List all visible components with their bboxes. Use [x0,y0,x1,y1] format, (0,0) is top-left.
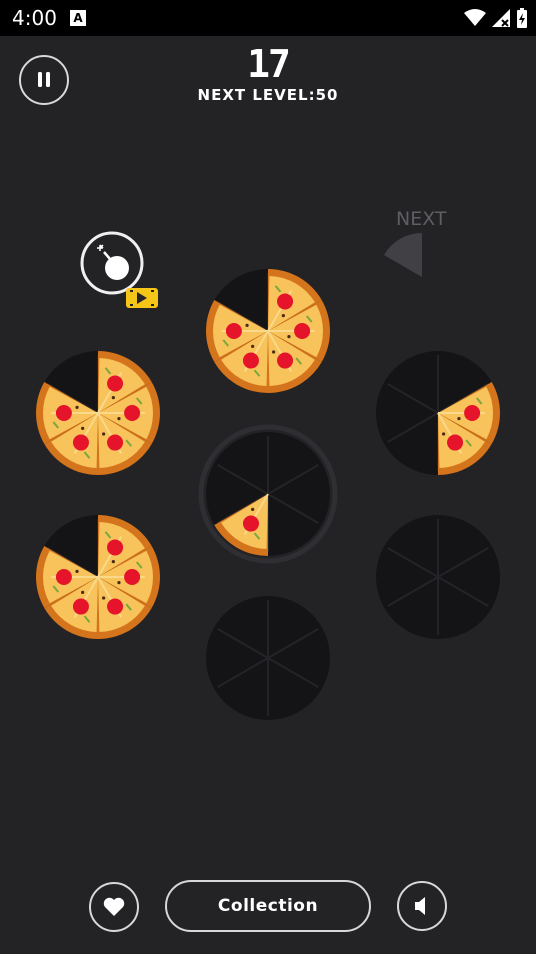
heart-icon [103,897,125,916]
plate-right-lower[interactable] [376,515,500,639]
game-board [35,231,500,720]
sound-button[interactable] [397,881,447,931]
plate-top-center[interactable] [206,269,330,393]
plate-left-lower[interactable] [35,515,160,639]
plate-center[interactable] [198,424,338,564]
speaker-icon [415,897,425,915]
plate-left-upper[interactable] [35,351,160,475]
plate-bottom-center[interactable] [206,596,330,720]
bomb-button[interactable] [80,231,144,295]
favorite-button[interactable] [89,882,139,932]
collection-button[interactable]: Collection [165,880,371,932]
plate-right-upper[interactable] [376,351,500,475]
video-ad-badge[interactable] [126,288,158,308]
next-piece [384,233,422,277]
